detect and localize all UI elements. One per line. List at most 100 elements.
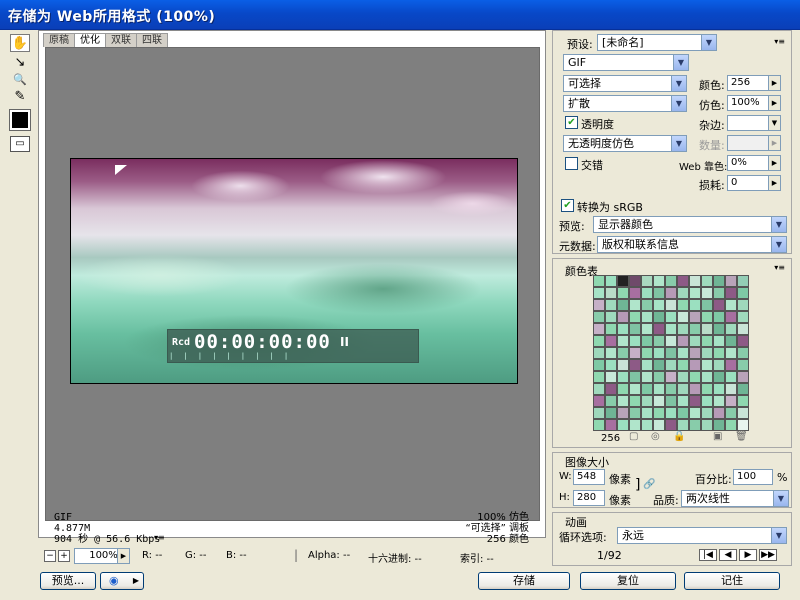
color-swatch[interactable] xyxy=(617,335,629,347)
color-swatch[interactable] xyxy=(653,395,665,407)
preset-select[interactable]: [未命名] ▼ xyxy=(597,34,717,51)
info-menu-icon[interactable]: ▾≡ xyxy=(154,533,165,542)
color-swatch[interactable] xyxy=(605,299,617,311)
color-swatch[interactable] xyxy=(713,335,725,347)
color-swatch[interactable] xyxy=(701,395,713,407)
color-swatch[interactable] xyxy=(689,371,701,383)
color-swatch[interactable] xyxy=(725,275,737,287)
color-swatch[interactable] xyxy=(701,335,713,347)
play-icon[interactable]: ▶ xyxy=(739,549,757,561)
color-swatch[interactable] xyxy=(593,323,605,335)
color-swatch[interactable] xyxy=(653,323,665,335)
color-swatch[interactable] xyxy=(713,323,725,335)
color-swatch[interactable] xyxy=(737,359,749,371)
color-swatch[interactable] xyxy=(677,359,689,371)
color-swatch[interactable] xyxy=(593,359,605,371)
color-swatch[interactable] xyxy=(665,275,677,287)
color-swatch[interactable] xyxy=(653,383,665,395)
color-swatch[interactable] xyxy=(701,371,713,383)
zoom-out-icon[interactable]: − xyxy=(44,550,56,562)
color-swatch[interactable] xyxy=(629,383,641,395)
color-swatch[interactable] xyxy=(605,335,617,347)
color-swatch[interactable] xyxy=(641,371,653,383)
color-swatch[interactable] xyxy=(593,371,605,383)
color-swatch[interactable] xyxy=(677,275,689,287)
color-swatch[interactable] xyxy=(593,287,605,299)
prev-frame-icon[interactable]: ◀ xyxy=(719,549,737,561)
zoom-in-icon[interactable]: + xyxy=(58,550,70,562)
slice-select-tool-icon[interactable]: ↘ xyxy=(10,53,30,71)
color-swatch[interactable] xyxy=(689,323,701,335)
color-swatch[interactable] xyxy=(737,371,749,383)
new-color-icon[interactable]: ▣ xyxy=(713,431,722,442)
tab-2up[interactable]: 双联 xyxy=(105,33,137,47)
color-swatch[interactable] xyxy=(641,383,653,395)
color-swatch[interactable] xyxy=(617,299,629,311)
color-swatch[interactable] xyxy=(737,383,749,395)
color-swatch[interactable] xyxy=(653,299,665,311)
metadata-select[interactable]: 版权和联系信息 ▼ xyxy=(597,236,787,253)
color-swatch[interactable] xyxy=(665,407,677,419)
color-swatch[interactable] xyxy=(701,359,713,371)
color-swatch[interactable] xyxy=(617,287,629,299)
color-swatch[interactable] xyxy=(641,275,653,287)
web-snap-input[interactable]: 0% ▶ xyxy=(727,155,781,171)
color-swatch[interactable] xyxy=(689,359,701,371)
color-swatch[interactable] xyxy=(605,311,617,323)
color-swatch[interactable] xyxy=(653,347,665,359)
color-swatch[interactable] xyxy=(677,383,689,395)
color-swatch[interactable] xyxy=(617,407,629,419)
colors-input[interactable]: 256 ▶ xyxy=(727,75,781,91)
dither-algorithm-select[interactable]: 扩散 ▼ xyxy=(563,95,687,112)
color-swatch[interactable] xyxy=(677,407,689,419)
color-swatch[interactable] xyxy=(701,347,713,359)
color-swatch[interactable] xyxy=(605,287,617,299)
color-swatch[interactable] xyxy=(713,383,725,395)
color-swatch[interactable] xyxy=(605,371,617,383)
color-swatch[interactable] xyxy=(629,395,641,407)
lossy-input[interactable]: 0 ▶ xyxy=(727,175,781,191)
color-swatch[interactable] xyxy=(725,311,737,323)
zoom-input[interactable]: 100% ▶ xyxy=(74,548,130,564)
quality-select[interactable]: 两次线性 ▼ xyxy=(681,490,789,507)
color-swatch[interactable] xyxy=(701,383,713,395)
color-swatch[interactable] xyxy=(641,311,653,323)
zoom-tool-icon[interactable]: 🔍 xyxy=(10,70,30,88)
color-swatch[interactable] xyxy=(665,323,677,335)
color-swatch[interactable] xyxy=(665,395,677,407)
color-swatch[interactable] xyxy=(713,407,725,419)
color-table-grid[interactable] xyxy=(593,275,749,431)
color-swatch[interactable] xyxy=(701,311,713,323)
color-swatch[interactable] xyxy=(641,335,653,347)
color-swatch[interactable] xyxy=(665,335,677,347)
color-swatch[interactable] xyxy=(677,395,689,407)
color-swatch[interactable] xyxy=(641,359,653,371)
color-swatch[interactable] xyxy=(665,299,677,311)
color-swatch[interactable] xyxy=(629,299,641,311)
reset-button[interactable]: 复位 xyxy=(580,572,676,590)
color-swatch[interactable] xyxy=(689,311,701,323)
map-transparent-icon[interactable]: ▢ xyxy=(629,431,638,442)
color-swatch[interactable] xyxy=(605,419,617,431)
width-input[interactable]: 548 xyxy=(573,469,605,485)
color-swatch[interactable] xyxy=(665,371,677,383)
color-swatch[interactable] xyxy=(713,359,725,371)
color-swatch[interactable] xyxy=(617,371,629,383)
color-swatch[interactable] xyxy=(617,347,629,359)
color-swatch[interactable] xyxy=(629,287,641,299)
stepper-arrow-icon[interactable]: ▶ xyxy=(768,176,780,190)
color-swatch[interactable] xyxy=(689,383,701,395)
stepper-arrow-icon[interactable]: ▶ xyxy=(768,76,780,90)
tab-optimized[interactable]: 优化 xyxy=(74,33,106,47)
color-swatch[interactable] xyxy=(689,335,701,347)
tab-original[interactable]: 原稿 xyxy=(43,33,75,47)
color-swatch[interactable] xyxy=(737,287,749,299)
color-swatch[interactable] xyxy=(725,347,737,359)
color-swatch[interactable] xyxy=(713,395,725,407)
color-swatch[interactable] xyxy=(629,371,641,383)
eyedropper-tool-icon[interactable]: ✎ xyxy=(10,87,30,105)
color-swatch[interactable] xyxy=(701,407,713,419)
color-swatch[interactable] xyxy=(641,407,653,419)
color-swatch[interactable] xyxy=(605,275,617,287)
color-swatch[interactable] xyxy=(653,335,665,347)
